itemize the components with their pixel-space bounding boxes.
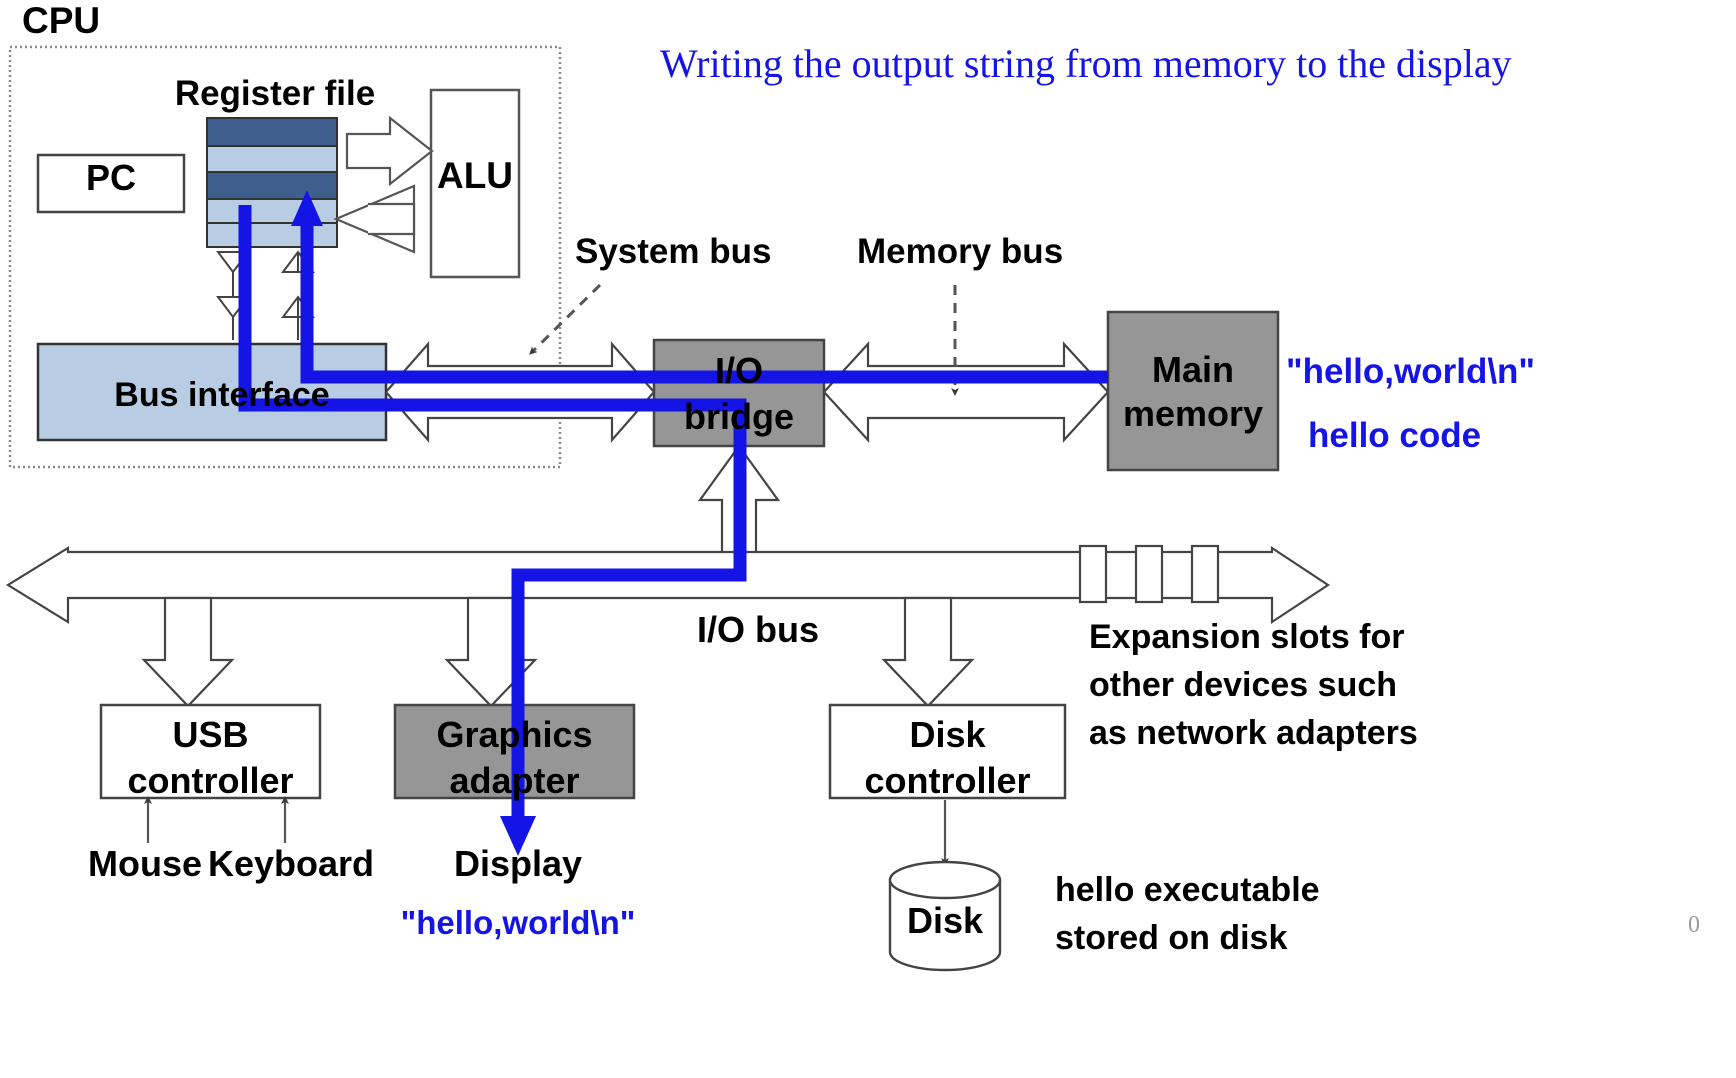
memory-code-annotation: hello code xyxy=(1308,416,1482,455)
memory-bus-label: Memory bus xyxy=(857,232,1064,271)
main-memory-label-line2: memory xyxy=(1122,393,1264,434)
expansion-note-line2: other devices such xyxy=(1089,666,1398,704)
io-bus-label: I/O bus xyxy=(697,609,820,650)
graphics-adapter-label-line2: adapter xyxy=(449,760,580,801)
system-bus-label: System bus xyxy=(575,232,772,271)
usb-controller-label-line1: USB xyxy=(172,714,249,755)
pc-label: PC xyxy=(85,157,136,198)
data-flow-path xyxy=(238,190,1108,856)
bus-interface-label: Bus interface xyxy=(114,376,330,414)
display-output-annotation: "hello,world\n" xyxy=(400,904,636,941)
disk-controller-label-line2: controller xyxy=(864,760,1031,801)
disk-note-line2: stored on disk xyxy=(1055,919,1288,957)
expansion-note-line3: as network adapters xyxy=(1089,714,1418,752)
flow-arrowhead-regfile xyxy=(291,190,323,226)
keyboard-label: Keyboard xyxy=(208,843,375,884)
mouse-label: Mouse xyxy=(88,843,203,884)
register-file-label: Register file xyxy=(174,74,376,113)
memory-string-annotation: "hello,world\n" xyxy=(1286,352,1536,391)
cpu-label: CPU xyxy=(22,0,101,41)
graphics-adapter-label-line1: Graphics xyxy=(436,714,593,755)
io-bridge-label-line2: bridge xyxy=(683,396,794,437)
page-number: 0 xyxy=(1688,912,1700,938)
usb-controller-label-line2: controller xyxy=(127,760,294,801)
expansion-note-line1: Expansion slots for xyxy=(1089,618,1405,656)
disk-label: Disk xyxy=(906,900,984,941)
display-label: Display xyxy=(453,843,583,884)
io-bridge-label-line1: I/O xyxy=(714,350,763,391)
disk-controller-label-line1: Disk xyxy=(909,714,986,755)
alu-label: ALU xyxy=(436,155,514,196)
disk-note-line1: hello executable xyxy=(1055,871,1320,909)
main-memory-label-line1: Main xyxy=(1151,349,1234,390)
slide-title: Writing the output string from memory to… xyxy=(660,41,1512,86)
diagram-canvas: Writing the output string from memory to… xyxy=(0,0,1736,1078)
